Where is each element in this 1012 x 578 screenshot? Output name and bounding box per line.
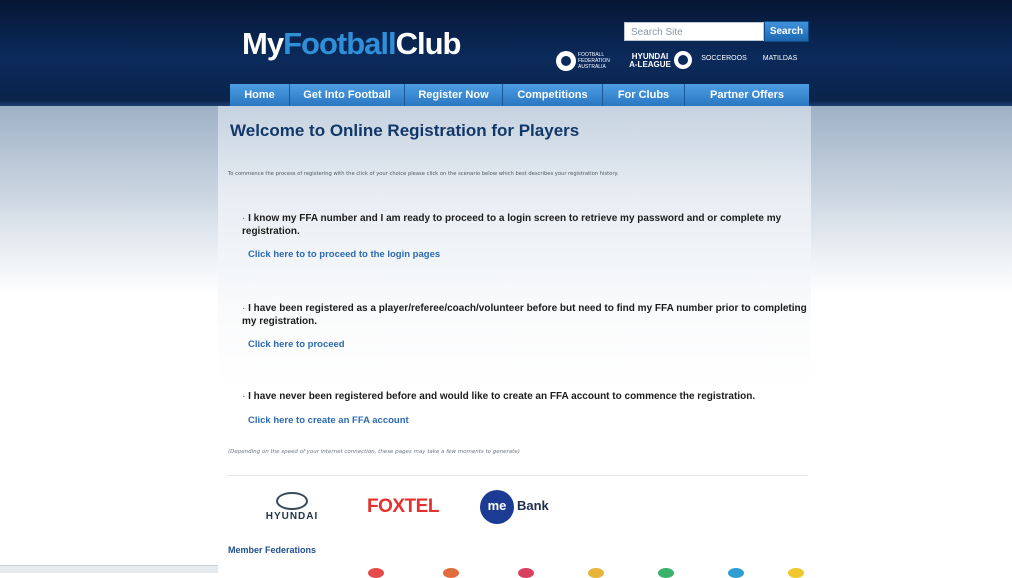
nav-get-into-football[interactable]: Get Into Football	[290, 84, 405, 106]
federation-logo[interactable]	[368, 568, 384, 578]
aleague-logo-text[interactable]: HYUNDAI A-LEAGUE	[628, 53, 672, 69]
nav-home[interactable]: Home	[230, 84, 290, 106]
ffa-logo-icon[interactable]	[556, 51, 576, 71]
search-button[interactable]: Search	[764, 21, 809, 42]
option-item: · I have been registered as a player/ref…	[242, 303, 807, 327]
nav-competitions[interactable]: Competitions	[503, 84, 603, 106]
option-item: · I have never been registered before an…	[242, 391, 756, 402]
logo-text-club: Club	[395, 26, 462, 61]
ffa-logo-text[interactable]: FOOTBALL FEDERATION AUSTRALIA	[578, 52, 618, 70]
hyundai-logo-text: HYUNDAI	[265, 511, 319, 522]
aleague-logo-icon[interactable]	[674, 51, 692, 69]
connection-note: (Depending on the speed of your internet…	[228, 449, 520, 455]
site-logo[interactable]: MyFootballClub	[242, 26, 461, 62]
search-input[interactable]: Search Site	[624, 22, 764, 41]
intro-text: To commence the process of registering w…	[228, 171, 619, 177]
mebank-circle-icon: me	[480, 490, 514, 524]
create-account-link[interactable]: Click here to create an FFA account	[248, 415, 409, 426]
foxtel-sponsor-logo[interactable]: FOXTEL	[367, 496, 439, 518]
matildas-logo[interactable]: MATILDAS	[758, 55, 802, 63]
find-ffa-number-link[interactable]: Click here to proceed	[248, 339, 345, 350]
federation-logo[interactable]	[788, 568, 804, 578]
main-nav: Home Get Into Football Register Now Comp…	[230, 84, 809, 106]
page-container: MyFootballClub Search Site Search FOOTBA…	[218, 0, 811, 578]
federation-logo[interactable]	[443, 568, 459, 578]
hyundai-sponsor-logo[interactable]: HYUNDAI	[262, 492, 322, 522]
federation-logo[interactable]	[588, 568, 604, 578]
member-federations-heading: Member Federations	[228, 545, 317, 555]
divider	[228, 475, 808, 476]
option-text: I know my FFA number and I am ready to p…	[242, 213, 782, 237]
hyundai-emblem-icon	[276, 492, 308, 510]
mebank-logo-text: Bank	[517, 498, 549, 513]
option-item: · I know my FFA number and I am ready to…	[242, 213, 782, 237]
option-text: I have never been registered before and …	[248, 391, 756, 402]
logo-text-my: My	[242, 26, 284, 61]
page-title: Welcome to Online Registration for Playe…	[230, 121, 580, 140]
option-text: I have been registered as a player/refer…	[242, 303, 807, 327]
login-link[interactable]: Click here to to proceed to the login pa…	[248, 249, 440, 260]
logo-text-football: Football	[283, 26, 397, 61]
federation-logo[interactable]	[518, 568, 534, 578]
federation-logo[interactable]	[728, 568, 744, 578]
nav-for-clubs[interactable]: For Clubs	[603, 84, 685, 106]
nav-register-now[interactable]: Register Now	[405, 84, 503, 106]
socceroos-logo[interactable]: SOCCEROOS	[699, 55, 749, 63]
federation-logo[interactable]	[658, 568, 674, 578]
nav-partner-offers[interactable]: Partner Offers	[685, 84, 809, 106]
